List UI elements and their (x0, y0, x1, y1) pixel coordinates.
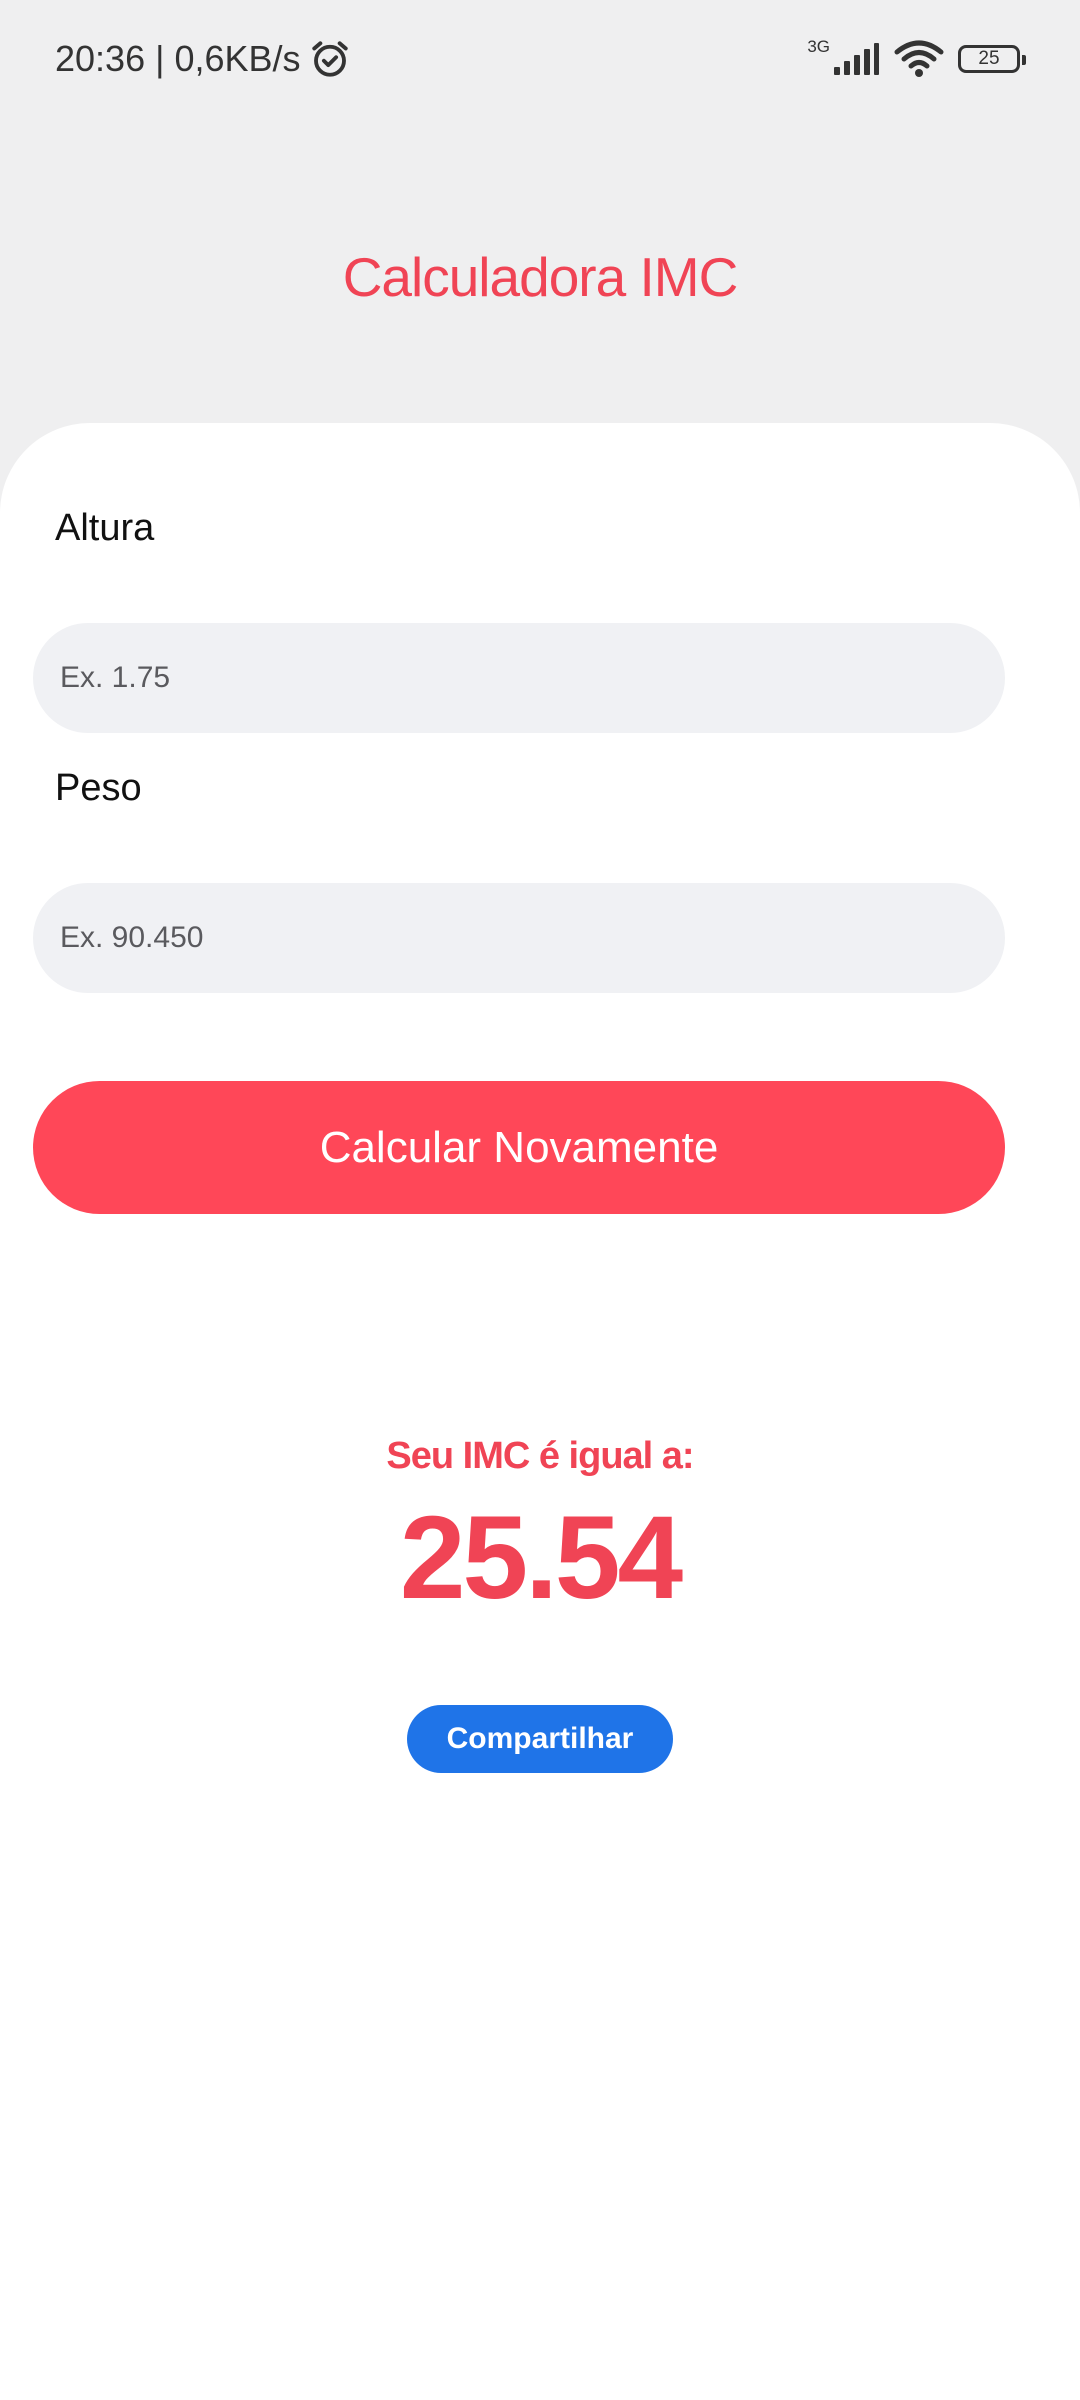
result-label: Seu IMC é igual a: (386, 1435, 694, 1477)
status-time-speed: 20:36 | 0,6KB/s (55, 38, 301, 79)
battery-level: 25 (978, 48, 1000, 69)
height-label: Altura (55, 507, 155, 549)
weight-label: Peso (55, 767, 142, 809)
app-title: Calculadora IMC (342, 246, 739, 308)
height-input[interactable] (33, 623, 1005, 733)
status-bar: 20:36 | 0,6KB/s 3G 25 (0, 0, 1080, 125)
share-button[interactable]: Compartilhar (407, 1705, 673, 1773)
signal-icon (834, 43, 879, 75)
battery-icon: 25 (958, 45, 1026, 73)
bmi-result-value: 25.54 (399, 1492, 683, 1624)
calculate-again-button[interactable]: Calcular Novamente (33, 1081, 1005, 1214)
wifi-icon (894, 40, 944, 77)
status-right: 3G 25 (807, 37, 1026, 78)
network-type: 3G (807, 37, 830, 56)
weight-input[interactable] (33, 883, 1005, 993)
status-left: 20:36 | 0,6KB/s (55, 38, 351, 80)
alarm-icon (311, 41, 348, 77)
